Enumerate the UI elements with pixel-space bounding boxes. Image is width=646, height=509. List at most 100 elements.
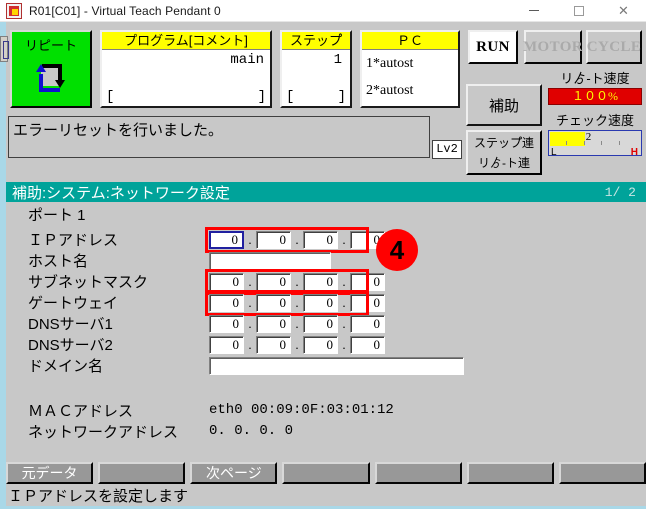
octet-input[interactable]: 0 xyxy=(350,336,385,354)
octet-input[interactable]: 0 xyxy=(350,315,385,333)
function-key[interactable] xyxy=(466,462,554,484)
octet-separator: . xyxy=(248,274,252,289)
check-speed-tick xyxy=(583,141,585,145)
octet-separator: . xyxy=(342,274,346,289)
mode-label: リピート xyxy=(24,38,77,53)
function-key[interactable] xyxy=(558,462,646,484)
step-comment-close: ] xyxy=(337,89,346,105)
program-name-value: main xyxy=(230,52,264,68)
check-speed-low-label: L xyxy=(551,147,557,158)
octet-separator: . xyxy=(295,232,299,247)
check-speed-indicator: チェック速度 2 L H xyxy=(548,110,642,158)
field-label: ゲートウェイ xyxy=(28,295,119,312)
check-speed-tick xyxy=(618,141,620,145)
form-row: DNSサーバ1 0. 0. 0. 0 xyxy=(6,314,646,335)
octet-separator: . xyxy=(295,295,299,310)
info-value: 0. 0. 0. 0 xyxy=(209,423,294,439)
cycle-arrows-icon xyxy=(30,58,72,103)
footer-description: ＩＰアドレスを設定します xyxy=(8,488,189,505)
minimize-icon xyxy=(528,10,539,11)
octet-separator: . xyxy=(342,232,346,247)
window-title-bar: R01[C01] - Virtual Teach Pendant 0 ✕ xyxy=(0,0,646,22)
function-key-bar: 元データ 次ページ xyxy=(6,462,646,484)
section-title: 補助:システム:ネットワーク設定 xyxy=(12,184,230,202)
octet-group: 0.0.0.0 xyxy=(209,294,385,312)
pendant-screen: リピート プログラム[コメント] main [ ] ステップ゚ 1 [] ＰＣ… xyxy=(0,22,646,509)
function-key[interactable] xyxy=(282,462,370,484)
field-label: ホスト名 xyxy=(28,253,89,270)
octet-input[interactable]: 0 xyxy=(350,294,385,312)
step-panel[interactable]: ステップ゚ 1 [ ] xyxy=(280,30,352,108)
octet-input[interactable]: 0 xyxy=(303,231,338,249)
octet-input[interactable]: 0 xyxy=(256,315,291,333)
function-key[interactable] xyxy=(98,462,186,484)
octet-separator: . xyxy=(342,316,346,331)
octet-group: 0.0.0.0 xyxy=(209,231,385,249)
chain-line-2: リゟ-ト連 xyxy=(478,155,530,170)
octet-input[interactable]: 0 xyxy=(209,273,244,291)
port-label: ポート 1 xyxy=(28,207,86,224)
program-panel-body: main [ ] xyxy=(102,50,270,106)
octet-input[interactable]: 0 xyxy=(256,273,291,291)
check-speed-label: チェック速度 xyxy=(555,113,634,128)
info-value: eth0 00:09:0F:03:01:12 xyxy=(209,402,394,418)
program-comment-value: [ ] xyxy=(106,89,266,105)
form-row: ゲートウェイ 0. 0. 0. 0 xyxy=(6,290,646,316)
text-input[interactable] xyxy=(209,252,331,270)
function-key[interactable]: 次ページ xyxy=(190,462,278,484)
field-label: ＩＰアドレス xyxy=(28,232,119,249)
step-comment-open: [ xyxy=(286,89,295,105)
octet-separator: . xyxy=(295,274,299,289)
octet-input[interactable]: 0 xyxy=(209,294,244,312)
field-label: サブネットマスク xyxy=(28,274,149,291)
octet-group: 0. 0. 0. 0 xyxy=(209,273,385,291)
auxiliary-button[interactable]: 補助 xyxy=(466,84,542,126)
octet-separator: . xyxy=(342,337,346,352)
program-panel-header: プログラム[コメント] xyxy=(102,32,270,50)
octet-input[interactable]: 0 xyxy=(209,315,244,333)
step-panel-header: ステップ゚ xyxy=(282,32,350,50)
pc-panel[interactable]: ＰＣ 1*autost 2*autost xyxy=(360,30,460,108)
motor-status-button[interactable]: MOTOR xyxy=(523,30,583,64)
pc-program-line-1: 1*autost xyxy=(366,56,414,71)
octet-input[interactable]: 0 xyxy=(303,315,338,333)
message-text: エラーリセットを行いました。 xyxy=(13,122,224,139)
virtual-teach-pendant-window: R01[C01] - Virtual Teach Pendant 0 ✕ リピー… xyxy=(0,0,646,509)
octet-input[interactable]: 0 xyxy=(209,336,244,354)
octet-separator: . xyxy=(248,295,252,310)
octet-input[interactable]: 0 xyxy=(209,231,244,249)
octet-input[interactable]: 0 xyxy=(256,294,291,312)
field-label: DNSサーバ2 xyxy=(28,337,113,354)
maximize-button[interactable] xyxy=(556,0,601,22)
octet-input[interactable]: 0 xyxy=(256,336,291,354)
function-key[interactable]: 元データ xyxy=(6,462,94,484)
octet-input[interactable]: 0 xyxy=(256,231,291,249)
message-level-badge: Lv2 xyxy=(432,140,462,159)
annotation-badge-4: 4 xyxy=(376,229,418,271)
form-row: ドメイン名 xyxy=(6,356,646,377)
form-row: ＩＰアドレス 0. 0. 0. 0 xyxy=(6,227,646,253)
octet-input[interactable]: 0 xyxy=(350,273,385,291)
field-label: ドメイン名 xyxy=(28,358,104,375)
octet-input[interactable]: 0 xyxy=(303,336,338,354)
section-header: 補助:システム:ネットワーク設定 1/ 2 xyxy=(6,182,646,202)
octet-input[interactable]: 0 xyxy=(303,294,338,312)
mode-indicator-repeat[interactable]: リピート xyxy=(10,30,92,108)
step-repeat-chain-button[interactable]: ステップ゚連 リゟ-ト連 xyxy=(466,130,542,175)
program-comment-open: [ xyxy=(106,89,115,105)
check-speed-tick xyxy=(601,141,603,145)
minimize-button[interactable] xyxy=(511,0,556,22)
step-number-value: 1 xyxy=(333,52,342,68)
check-speed-high-label: H xyxy=(630,147,638,158)
form-row: ホスト名 xyxy=(6,251,646,272)
cycle-status-button[interactable]: CYCLE xyxy=(586,30,642,64)
octet-group: 0.0.0.0 xyxy=(209,336,385,354)
close-button[interactable]: ✕ xyxy=(601,0,646,22)
function-key[interactable] xyxy=(374,462,462,484)
run-status-button[interactable]: RUN xyxy=(468,30,518,64)
octet-input[interactable]: 0 xyxy=(303,273,338,291)
text-input[interactable] xyxy=(209,357,464,375)
check-speed-slider[interactable]: 2 L H xyxy=(548,130,642,158)
program-panel[interactable]: プログラム[コメント] main [ ] xyxy=(100,30,272,108)
repeat-speed-indicator: リゟ-ト速度 １００% xyxy=(548,68,642,105)
